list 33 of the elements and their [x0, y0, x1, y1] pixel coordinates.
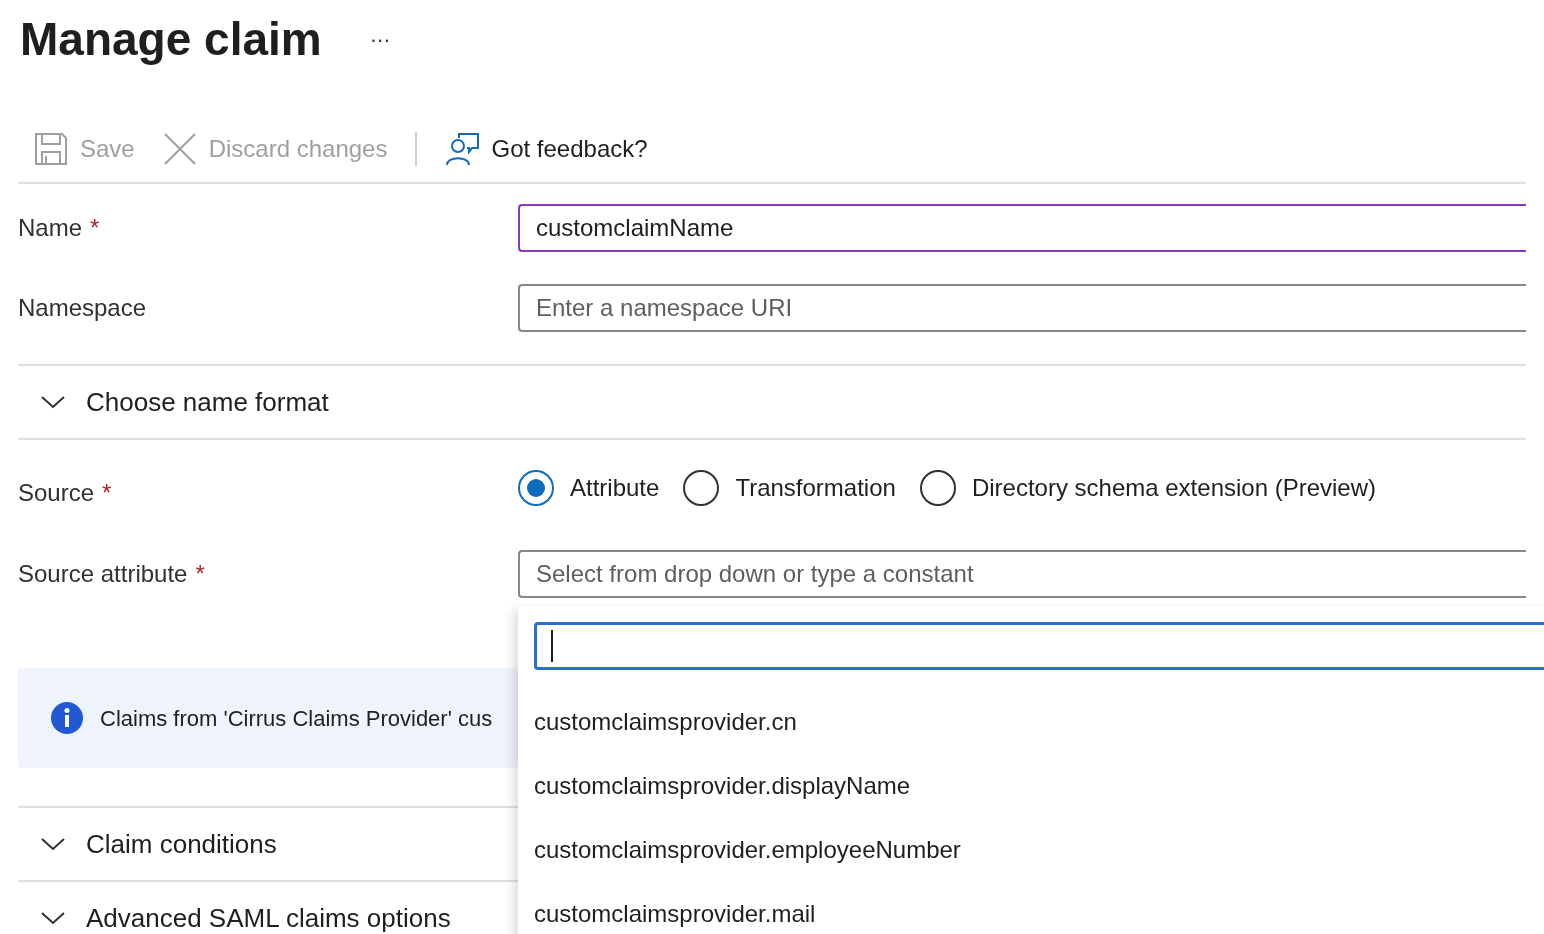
required-mark: * [90, 213, 100, 243]
field-label: Namespace [18, 293, 147, 323]
more-button[interactable]: ··· [369, 22, 391, 56]
feedback-button[interactable]: Got feedback? [445, 131, 648, 167]
dropdown-option[interactable]: customclaimsprovider.employeeNumber [518, 818, 1544, 882]
chevron-icon [40, 394, 66, 410]
chevron-icon [40, 836, 66, 852]
radio-option[interactable]: Attribute [518, 470, 660, 506]
namespace-input[interactable]: Enter a namespace URI [518, 284, 1526, 332]
dropdown-search-input[interactable] [534, 622, 1544, 670]
dropdown-option[interactable]: customclaimsprovider.mail [518, 882, 1544, 934]
radio-option[interactable]: Directory schema extension (Preview) [919, 470, 1377, 506]
save-icon [34, 132, 68, 166]
close-icon [162, 132, 197, 166]
radio-option[interactable]: Transformation [683, 470, 896, 506]
required-mark: * [195, 559, 205, 589]
name-input[interactable]: customclaimName [518, 204, 1526, 252]
page-title: Manage claim [20, 11, 322, 67]
source-attribute-combobox[interactable]: Select from drop down or type a constant [518, 550, 1526, 598]
field-label: Name [18, 213, 83, 243]
info-text: Claims from 'Cirrus Claims Provider' cus [100, 704, 493, 733]
chevron-icon [40, 910, 66, 926]
info-icon [50, 701, 84, 735]
section-toggle[interactable]: Claim conditions [18, 824, 277, 864]
dropdown-option[interactable]: customclaimsprovider.displayName [518, 754, 1544, 818]
name-format-toggle[interactable]: Choose name format [18, 382, 329, 422]
dropdown-option[interactable]: customclaimsprovider.cn [518, 690, 1544, 754]
text-cursor [551, 630, 553, 662]
feedback-icon [445, 132, 480, 166]
required-mark: * [102, 478, 112, 508]
section-toggle[interactable]: Advanced SAML claims options [18, 898, 451, 934]
field-label: Source [18, 478, 95, 508]
field-label: Source attribute [18, 559, 188, 589]
